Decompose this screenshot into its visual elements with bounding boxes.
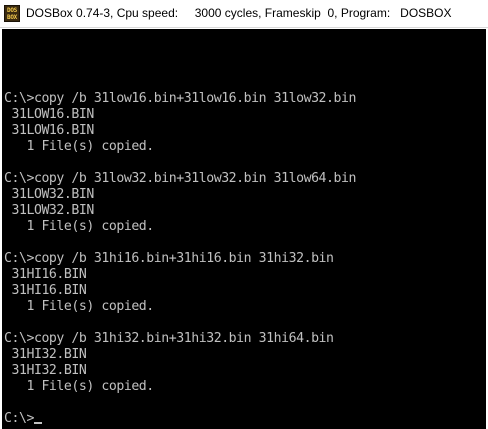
title-bar[interactable]: DOS BOX DOSBox 0.74-3, Cpu speed: 3000 c… bbox=[0, 0, 488, 28]
icon-text-top: DOS bbox=[7, 7, 17, 14]
prompt-line[interactable]: C:\> bbox=[4, 411, 42, 427]
console-line: C:\>copy /b 31hi32.bin+31hi32.bin 31hi64… bbox=[4, 331, 334, 346]
console-line: 31HI16.BIN bbox=[4, 283, 87, 298]
console-line: C:\>copy /b 31low16.bin+31low16.bin 31lo… bbox=[4, 91, 357, 106]
console-line: 1 File(s) copied. bbox=[4, 219, 154, 234]
command-prompt: C:\> bbox=[4, 411, 34, 426]
console-line: 31HI16.BIN bbox=[4, 267, 87, 282]
dos-console[interactable]: C:\>copy /b 31low16.bin+31low16.bin 31lo… bbox=[2, 29, 486, 429]
icon-text-bottom: BOX bbox=[7, 14, 17, 21]
console-line: 1 File(s) copied. bbox=[4, 139, 154, 154]
console-line: 31LOW32.BIN bbox=[4, 187, 94, 202]
console-line: C:\>copy /b 31hi16.bin+31hi16.bin 31hi32… bbox=[4, 251, 334, 266]
dosbox-icon: DOS BOX bbox=[4, 5, 20, 22]
console-line: 1 File(s) copied. bbox=[4, 379, 154, 394]
console-line: 31LOW16.BIN bbox=[4, 107, 94, 122]
console-line: C:\>copy /b 31low32.bin+31low32.bin 31lo… bbox=[4, 171, 357, 186]
console-line: 31HI32.BIN bbox=[4, 347, 87, 362]
dosbox-window: DOS BOX DOSBox 0.74-3, Cpu speed: 3000 c… bbox=[0, 0, 488, 429]
console-line: 31LOW32.BIN bbox=[4, 203, 94, 218]
window-title: DOSBox 0.74-3, Cpu speed: 3000 cycles, F… bbox=[26, 6, 452, 20]
console-line: 31HI32.BIN bbox=[4, 363, 87, 378]
console-line: 31LOW16.BIN bbox=[4, 123, 94, 138]
console-line: 1 File(s) copied. bbox=[4, 299, 154, 314]
text-cursor bbox=[33, 422, 42, 424]
